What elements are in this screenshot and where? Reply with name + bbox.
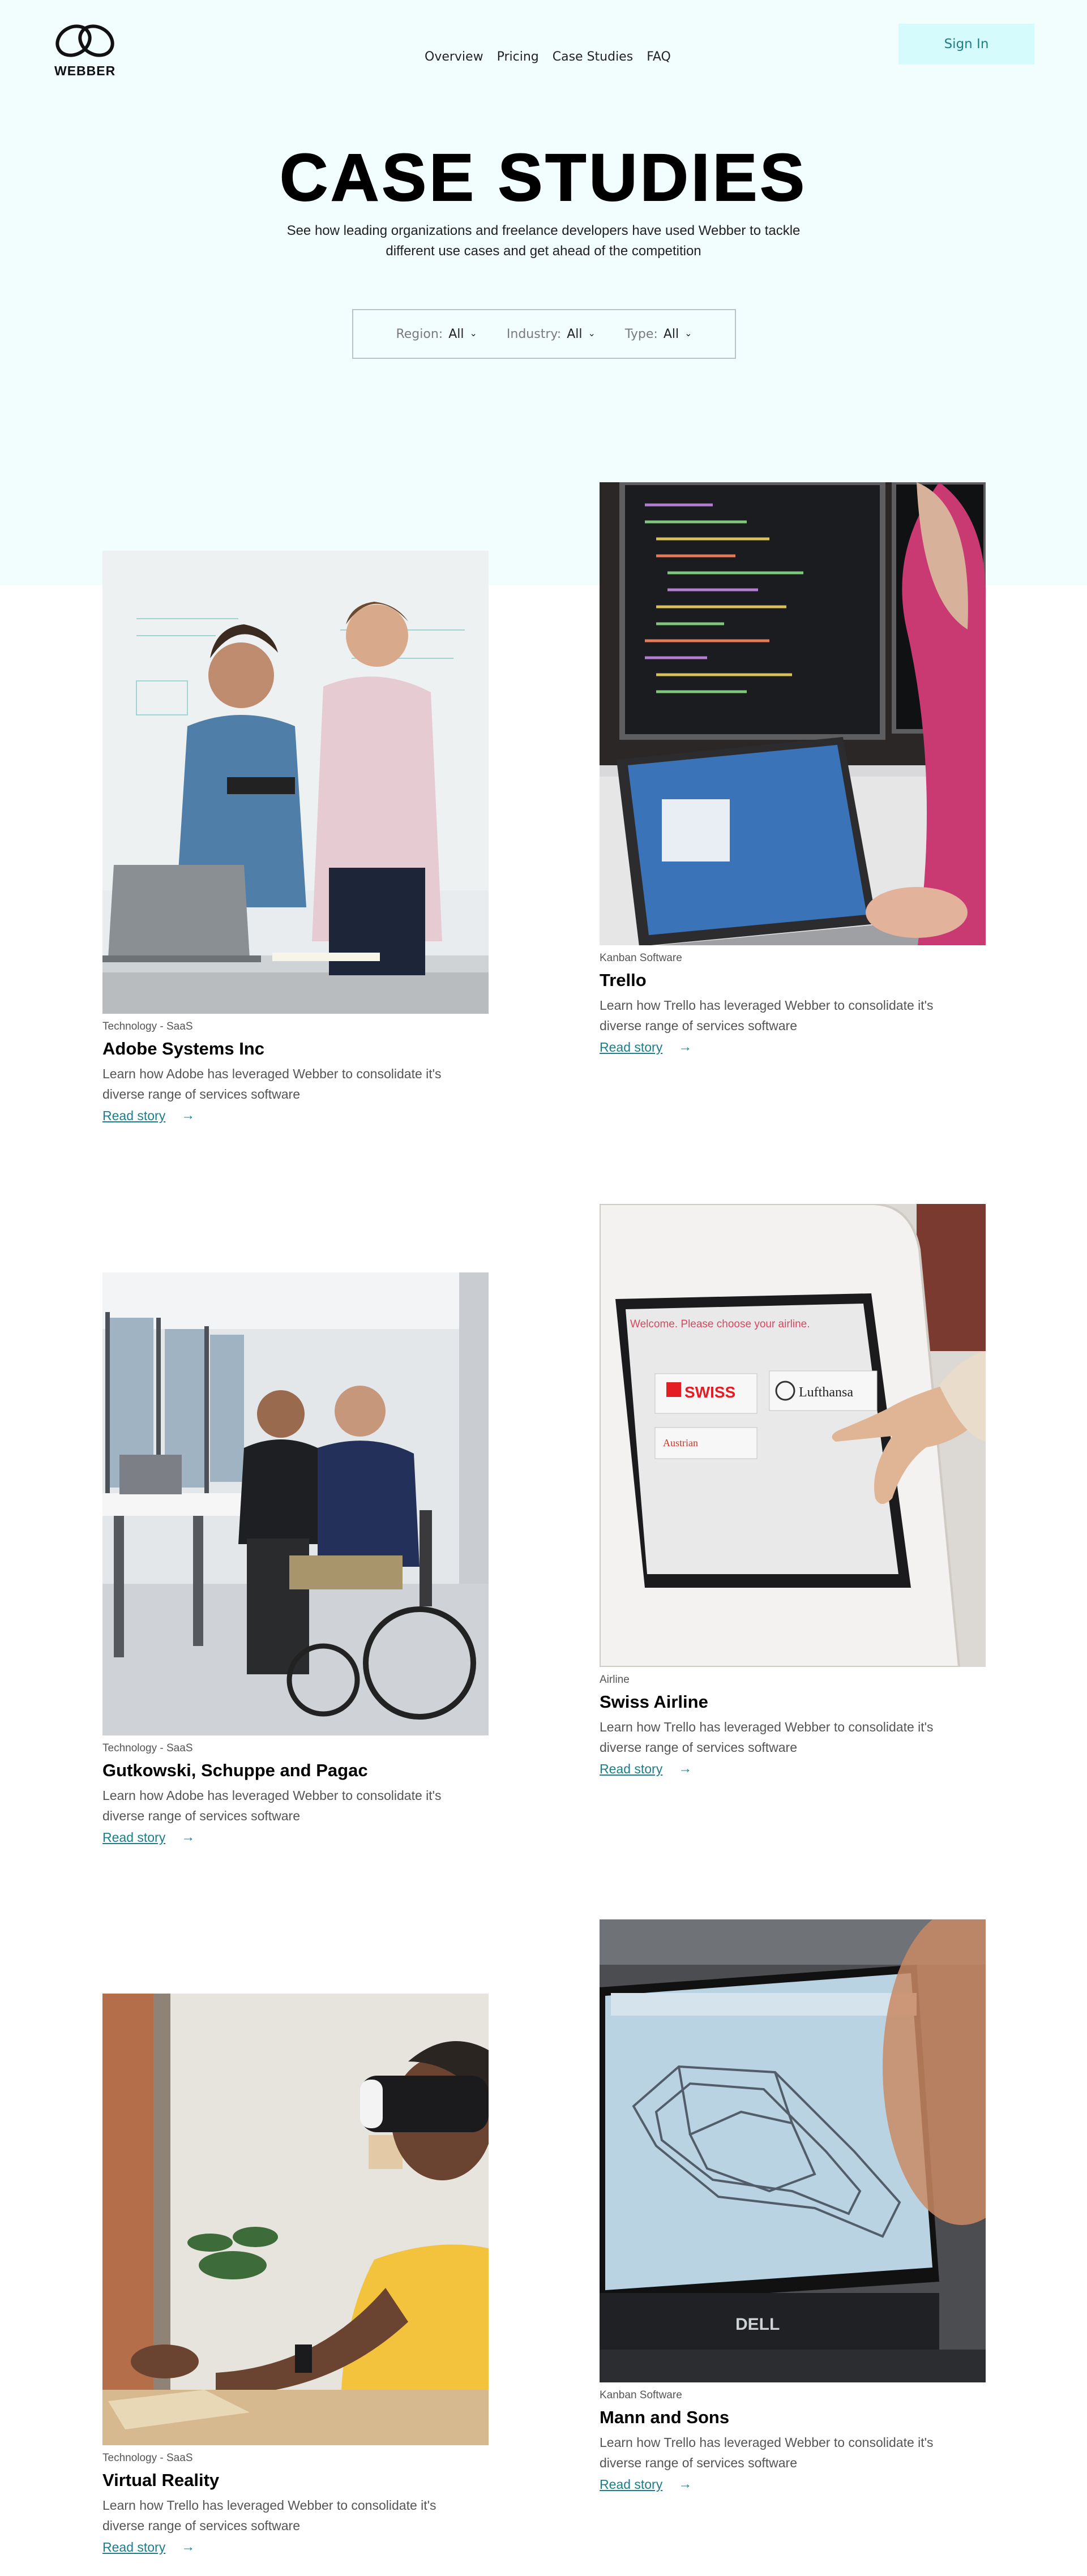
filter-industry-value: All (567, 327, 583, 341)
nav-pricing[interactable]: Pricing (497, 50, 539, 64)
arrow-right-icon[interactable]: → (678, 1039, 692, 1055)
filter-industry[interactable]: Industry: All ⌄ (507, 327, 596, 341)
arrow-right-icon[interactable]: → (181, 1829, 195, 1845)
case-study-image-coding-desk[interactable] (600, 482, 986, 945)
case-study-image-vr-user[interactable] (102, 1994, 489, 2445)
card-title: Gutkowski, Schuppe and Pagac (102, 1760, 368, 1780)
arrow-right-icon[interactable]: → (678, 1761, 692, 1777)
read-story-link[interactable]: Read story (102, 1830, 165, 1845)
case-study-card: DELL Kanban Software Mann and Sons Learn… (600, 1919, 986, 2492)
chevron-down-icon: ⌄ (469, 327, 477, 338)
arrow-right-icon[interactable]: → (678, 2476, 692, 2492)
nav-faq[interactable]: FAQ (647, 50, 671, 64)
logo-mark-icon (55, 24, 114, 57)
kiosk-austrian: Austrian (663, 1437, 698, 1448)
filter-region-label: Region: (396, 327, 443, 341)
card-title: Mann and Sons (600, 2407, 730, 2427)
case-study-image-airline-kiosk[interactable]: Welcome. Please choose your airline. SWI… (600, 1204, 986, 1667)
nav-case-studies[interactable]: Case Studies (553, 50, 633, 64)
read-story-link[interactable]: Read story (600, 2477, 662, 2492)
case-study-card: Welcome. Please choose your airline. SWI… (600, 1204, 986, 1777)
filter-type[interactable]: Type: All ⌄ (625, 327, 692, 341)
chevron-down-icon: ⌄ (684, 327, 692, 338)
filter-bar: Region: All ⌄ Industry: All ⌄ Type: All … (352, 309, 736, 359)
read-story-row: Read story → (102, 1108, 489, 1124)
brand-name: WEBBER (54, 63, 116, 78)
card-description: Learn how Trello has leveraged Webber to… (600, 998, 934, 1033)
filter-region-value: All (448, 327, 464, 341)
case-study-image-wheelchair-office[interactable] (102, 1272, 489, 1735)
sign-in-button[interactable]: Sign In (898, 24, 1034, 65)
page-title: CASE STUDIES (279, 140, 808, 216)
read-story-row: Read story → (102, 1829, 489, 1845)
case-study-card: Technology - SaaS Adobe Systems Inc Lear… (102, 551, 489, 1124)
card-title: Trello (600, 970, 647, 990)
case-study-card: Kanban Software Trello Learn how Trello … (600, 482, 986, 1055)
filter-type-value: All (663, 327, 679, 341)
kiosk-prompt: Welcome. Please choose your airline. (630, 1318, 810, 1330)
read-story-row: Read story → (102, 2539, 489, 2555)
cad-laptop-photo: DELL (600, 1919, 986, 2382)
card-description: Learn how Adobe has leveraged Webber to … (102, 1066, 442, 1101)
chevron-down-icon: ⌄ (588, 327, 596, 338)
card-category: Technology - SaaS (102, 1021, 193, 1032)
kiosk-swiss: SWISS (684, 1383, 735, 1401)
read-story-link[interactable]: Read story (600, 1040, 662, 1055)
card-description: Learn how Trello has leveraged Webber to… (600, 2435, 934, 2470)
filter-region[interactable]: Region: All ⌄ (396, 327, 477, 341)
card-description: Learn how Trello has leveraged Webber to… (600, 1720, 934, 1755)
main-nav: Overview Pricing Case Studies FAQ (425, 50, 671, 64)
coding-desk-photo (600, 482, 986, 945)
read-story-row: Read story → (600, 2476, 986, 2492)
card-category: Technology - SaaS (102, 1742, 193, 1754)
card-description: Learn how Trello has leveraged Webber to… (102, 2498, 436, 2533)
card-description: Learn how Adobe has leveraged Webber to … (102, 1788, 442, 1823)
page-subtitle: See how leading organizations and freela… (286, 223, 801, 259)
card-title: Swiss Airline (600, 1692, 708, 1712)
card-category: Kanban Software (600, 2389, 682, 2401)
nav-overview[interactable]: Overview (425, 50, 483, 64)
card-title: Virtual Reality (102, 2470, 220, 2490)
card-title: Adobe Systems Inc (102, 1039, 264, 1058)
arrow-right-icon[interactable]: → (181, 1108, 195, 1124)
case-study-image-office-team[interactable] (102, 551, 489, 1014)
office-team-photo (102, 551, 489, 1014)
case-study-image-cad-laptop[interactable]: DELL (600, 1919, 986, 2382)
card-category: Kanban Software (600, 952, 682, 964)
wheelchair-office-photo (102, 1272, 489, 1735)
case-study-card: Technology - SaaS Gutkowski, Schuppe and… (102, 1272, 489, 1845)
read-story-link[interactable]: Read story (600, 1761, 662, 1777)
read-story-link[interactable]: Read story (102, 2540, 165, 2555)
card-category: Technology - SaaS (102, 2452, 193, 2464)
airline-kiosk-photo: Welcome. Please choose your airline. SWI… (600, 1204, 986, 1667)
read-story-row: Read story → (600, 1761, 986, 1777)
laptop-brand: DELL (735, 2315, 780, 2334)
brand-logo[interactable]: WEBBER (52, 22, 120, 79)
arrow-right-icon[interactable]: → (181, 2539, 195, 2555)
filter-industry-label: Industry: (506, 327, 562, 341)
read-story-link[interactable]: Read story (102, 1108, 165, 1124)
vr-user-photo (102, 1994, 489, 2445)
kiosk-lufthansa: Lufthansa (799, 1385, 853, 1400)
filter-type-label: Type: (624, 327, 658, 341)
case-study-card: Technology - SaaS Virtual Reality Learn … (102, 1994, 489, 2555)
card-category: Airline (600, 1674, 630, 1686)
read-story-row: Read story → (600, 1039, 986, 1055)
